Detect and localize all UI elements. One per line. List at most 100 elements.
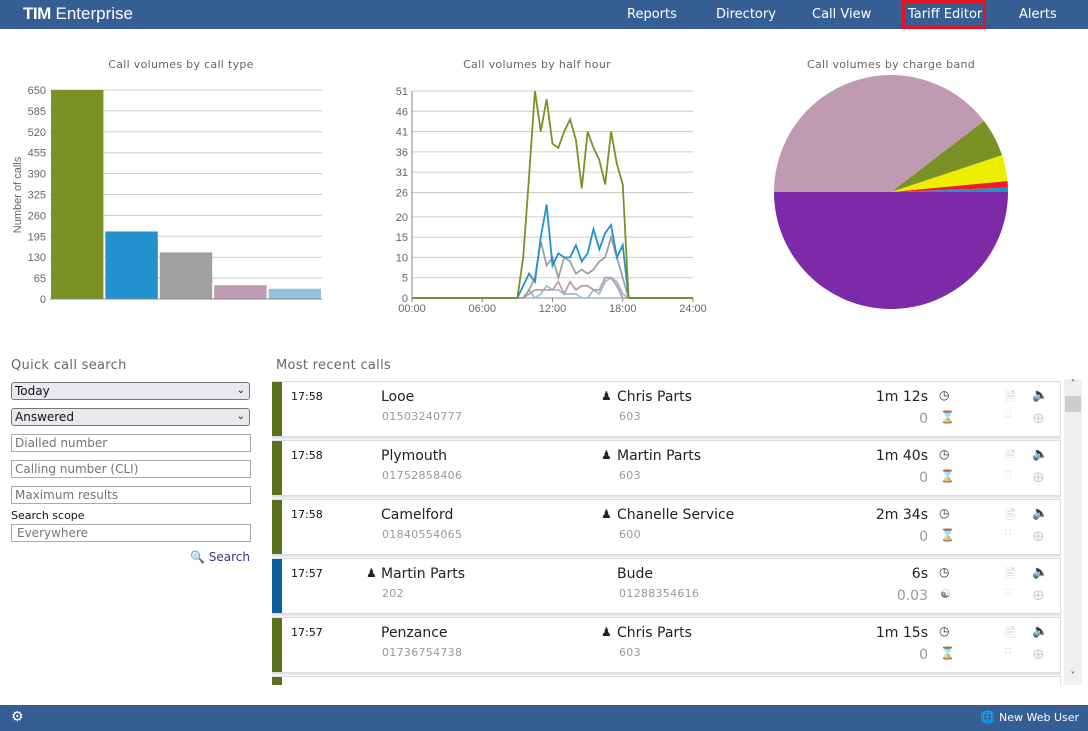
call-cost: 0	[919, 470, 928, 486]
y-tick-label: 5	[402, 273, 408, 285]
callee-name: Bude	[617, 566, 653, 582]
user-name[interactable]: New Web User	[999, 711, 1079, 724]
y-tick-label: 390	[28, 169, 46, 181]
hourglass-icon: ⌛	[940, 528, 955, 542]
y-tick-label: 0	[40, 294, 46, 306]
scroll-down-icon[interactable]: ˅	[1064, 671, 1082, 685]
bar-chart: 0 65 130 195 260 325 390 455 520 585 650 Number of …	[12, 85, 322, 306]
notes-icon[interactable]: 🗎	[1005, 624, 1015, 646]
call-row[interactable]: 17:57 Penzance 01736754738 ♟ Chris Parts…	[272, 617, 1061, 673]
caller-name: Camelford	[381, 507, 454, 523]
tags-icon[interactable]: ∷	[1005, 469, 1011, 480]
call-row[interactable]	[272, 676, 1061, 685]
search-button[interactable]: 🔍 Search	[190, 550, 250, 564]
y-tick-label: 36	[396, 147, 408, 159]
nav-tariff-editor[interactable]: Tariff Editor	[902, 0, 986, 29]
period-select[interactable]: Today ⌄	[11, 382, 250, 400]
call-type-bar	[272, 500, 282, 554]
call-type-bar	[272, 559, 282, 613]
clock-icon: ◷	[939, 506, 950, 520]
call-type-bar	[272, 441, 282, 495]
scrollbar[interactable]: ˄ ˅	[1064, 379, 1082, 685]
hourglass-icon: ⌛	[940, 410, 955, 424]
speaker-icon[interactable]: 🔈	[1032, 447, 1048, 462]
y-tick-label: 15	[396, 232, 408, 244]
y-tick-label: 46	[396, 106, 408, 118]
clock-icon: ◷	[939, 447, 950, 461]
add-icon[interactable]: ⊕	[1032, 645, 1045, 663]
call-time: 17:57	[291, 626, 323, 639]
bar	[268, 288, 321, 299]
tags-icon[interactable]: ∷	[1005, 646, 1011, 657]
call-row[interactable]: 17:58 Plymouth 01752858406 ♟ Martin Part…	[272, 440, 1061, 496]
clock-icon: ◷	[939, 388, 950, 402]
dialled-number-input[interactable]	[11, 434, 251, 452]
bar	[51, 90, 104, 299]
caller-number: 01736754738	[382, 646, 463, 659]
callee-number: 01288354616	[619, 587, 700, 600]
notes-icon[interactable]: 🗎	[1005, 447, 1015, 469]
scroll-thumb[interactable]	[1065, 396, 1081, 412]
speaker-icon[interactable]: 🔈	[1032, 624, 1048, 639]
chevron-down-icon: ⌄	[236, 385, 245, 396]
call-row[interactable]: 17:57 ♟ Martin Parts 202 Bude 0128835461…	[272, 558, 1061, 614]
call-duration: 1m 40s	[875, 448, 928, 464]
tags-icon[interactable]: ∷	[1005, 587, 1011, 598]
add-icon[interactable]: ⊕	[1032, 527, 1045, 545]
callee-name: Martin Parts	[617, 448, 702, 464]
bar	[159, 252, 213, 299]
y-tick-label: 650	[28, 85, 46, 97]
x-tick-label: 18:00	[609, 303, 637, 315]
add-icon[interactable]: ⊕	[1032, 409, 1045, 427]
y-tick-label: 195	[28, 231, 46, 243]
nav-call-view[interactable]: Call View	[812, 0, 871, 29]
gear-icon[interactable]: ⚙	[11, 709, 24, 725]
person-icon: ♟	[601, 507, 612, 521]
nav-reports[interactable]: Reports	[627, 0, 677, 29]
speaker-icon[interactable]: 🔈	[1032, 565, 1048, 580]
notes-icon[interactable]: 🗎	[1005, 506, 1015, 528]
notes-icon[interactable]: 🗎	[1005, 565, 1015, 587]
search-scope-input[interactable]: Everywhere	[11, 524, 251, 542]
status-select[interactable]: Answered ⌄	[11, 408, 250, 426]
calling-number-input[interactable]	[11, 460, 251, 478]
call-cost: 0.03	[896, 588, 928, 604]
quick-search-title: Quick call search	[11, 358, 127, 373]
cost-icon: ☯	[940, 587, 951, 601]
caller-number: 01503240777	[382, 410, 463, 423]
call-row[interactable]: 17:58 Camelford 01840554065 ♟ Chanelle S…	[272, 499, 1061, 555]
hourglass-icon: ⌛	[940, 646, 955, 660]
add-icon[interactable]: ⊕	[1032, 586, 1045, 604]
line-chart: 0510152026313641465100:00 06:00 12:00 18:00…	[396, 86, 707, 315]
nav-directory[interactable]: Directory	[716, 0, 776, 29]
series-line	[412, 276, 693, 299]
maximum-results-input[interactable]	[11, 486, 251, 504]
call-duration: 1m 15s	[875, 625, 928, 641]
y-tick-label: 41	[396, 127, 408, 139]
hourglass-icon: ⌛	[940, 469, 955, 483]
x-tick-label: 24:00	[679, 303, 707, 315]
recent-calls-list: 17:58 Looe 01503240777 ♟ Chris Parts 603…	[272, 379, 1061, 685]
tags-icon[interactable]: ∷	[1005, 528, 1011, 539]
recent-calls-title: Most recent calls	[276, 358, 392, 373]
speaker-icon[interactable]: 🔈	[1032, 388, 1048, 403]
scroll-up-icon[interactable]: ˄	[1064, 379, 1082, 393]
y-tick-label: 260	[28, 210, 46, 222]
callee-name: Chris Parts	[617, 389, 692, 405]
notes-icon[interactable]: 🗎	[1005, 388, 1015, 410]
call-row[interactable]: 17:58 Looe 01503240777 ♟ Chris Parts 603…	[272, 381, 1061, 437]
y-tick-label: 130	[28, 252, 46, 264]
caller-name: Plymouth	[381, 448, 448, 464]
footer-bar: ⚙ 🌐 New Web User	[0, 705, 1088, 731]
callee-name: Chanelle Service	[617, 507, 735, 523]
y-tick-label: 51	[396, 86, 408, 98]
add-icon[interactable]: ⊕	[1032, 468, 1045, 486]
tags-icon[interactable]: ∷	[1005, 410, 1011, 421]
call-time: 17:58	[291, 449, 323, 462]
series-line	[412, 276, 693, 300]
clock-icon: ◷	[939, 565, 950, 579]
nav-alerts[interactable]: Alerts	[1019, 0, 1057, 29]
bar-chart-title: Call volumes by call type	[108, 58, 254, 71]
speaker-icon[interactable]: 🔈	[1032, 506, 1048, 521]
caller-number: 01752858406	[382, 469, 463, 482]
